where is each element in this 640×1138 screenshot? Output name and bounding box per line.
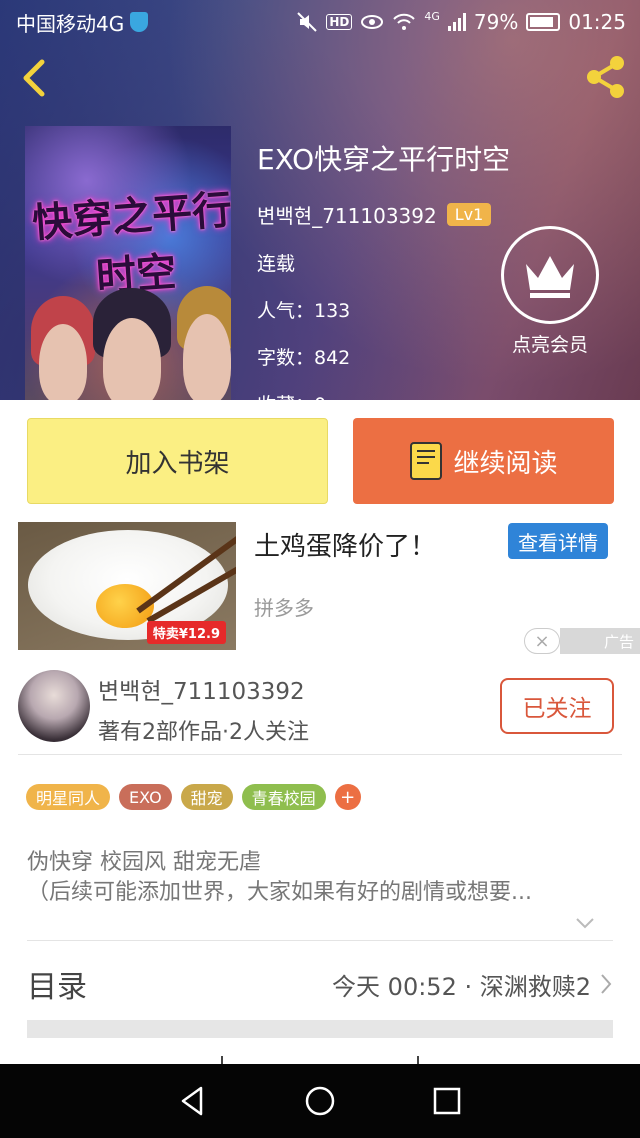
signal-icon [447,13,466,31]
book-title: EXO快穿之平行时空 [257,143,511,176]
description-line: 伪快穿 校园风 甜宠无虐 [27,850,261,875]
ad-details-button[interactable]: 查看详情 [508,523,608,559]
mute-icon [297,12,318,32]
carrier-label: 中国移动4G [16,11,125,36]
add-to-shelf-button[interactable]: 加入书架 [27,418,328,504]
avatar[interactable] [18,670,90,742]
tag-item[interactable]: 甜宠 [180,784,233,810]
ad-close-icon[interactable]: × [524,628,560,654]
book-author[interactable]: 변백현_711103392 [257,200,437,229]
book-header: 中国移动4G HD 4G 79% 01:25 快穿之平行时空 EXO快穿之平行时… [0,0,640,400]
divider [221,1056,223,1064]
book-cover[interactable]: 快穿之平行时空 [25,126,231,400]
section-divider [27,1020,613,1038]
ad-title[interactable]: 土鸡蛋降价了！ [254,526,436,563]
ad-image[interactable]: 特卖¥12.9 [18,522,236,650]
ad-label: 广告 [560,628,640,654]
continue-reading-label: 继续阅读 [453,448,558,479]
network-type: 4G [424,10,440,23]
status-bar: 中国移动4G HD 4G 79% 01:25 [0,0,640,44]
crown-icon [501,226,599,324]
tag-item[interactable]: 明星同人 [26,784,111,810]
book-info: EXO快穿之平行时空 변백현_711103392 Lv1 连载 人气：133 字… [257,138,510,400]
share-icon[interactable] [580,52,630,102]
hd-icon: HD [326,14,353,30]
author-card[interactable]: 변백현_711103392 著有2部作品·2人关注 已关注 [0,662,640,754]
shield-icon [130,12,149,32]
battery-icon [526,13,561,31]
chevron-right-icon [601,974,612,994]
divider [18,754,622,755]
back-icon[interactable] [18,58,54,98]
add-tag-icon[interactable]: + [334,784,361,810]
recents-nav-icon[interactable] [429,1083,465,1119]
divider [27,940,613,941]
ad-price-badge: 特卖¥12.9 [146,621,226,644]
divider [417,1056,419,1064]
vip-button[interactable]: 点亮会员 [500,226,600,357]
vip-label: 点亮会员 [511,334,588,356]
wifi-icon [393,13,416,30]
book-description[interactable]: 伪快穿 校园风 甜宠无虐 （后续可能添加世界，大家如果有好的剧情或想要... [27,848,607,908]
follow-button[interactable]: 已关注 [500,678,614,734]
book-popularity: 人气：133 [257,300,351,322]
clock: 01:25 [568,10,626,34]
battery-percent: 79% [473,10,519,34]
book-status: 连载 [257,253,296,275]
description-line: （后续可能添加世界，大家如果有好的剧情或想要... [27,880,532,905]
book-favorites: 收藏：0 [257,390,510,400]
system-nav-bar [0,1064,640,1138]
tag-item[interactable]: EXO [119,784,172,810]
tag-list: 明星同人 EXO 甜宠 青春校园 + [26,784,361,810]
ad-source: 拼多多 [254,596,314,620]
ad-banner[interactable]: 特卖¥12.9 土鸡蛋降价了！ 拼多多 查看详情 × 广告 [0,520,640,660]
back-nav-icon[interactable] [175,1083,211,1119]
level-badge: Lv1 [446,203,492,226]
latest-chapter: 今天 00:52 · 深渊救赎2 [332,972,591,1001]
author-name[interactable]: 변백현_711103392 [98,672,305,706]
table-of-contents-row[interactable]: 目录 今天 00:52 · 深渊救赎2 [27,958,613,1010]
eye-icon [361,15,384,29]
tag-item[interactable]: 青春校园 [241,784,326,810]
author-stats: 著有2部作品·2人关注 [98,720,309,745]
chevron-down-icon[interactable] [574,912,596,934]
continue-reading-button[interactable]: 继续阅读 [353,418,614,504]
toc-title: 目录 [27,970,87,1005]
book-word-count: 字数：842 [257,347,351,369]
book-icon [410,442,443,480]
home-nav-icon[interactable] [302,1083,338,1119]
